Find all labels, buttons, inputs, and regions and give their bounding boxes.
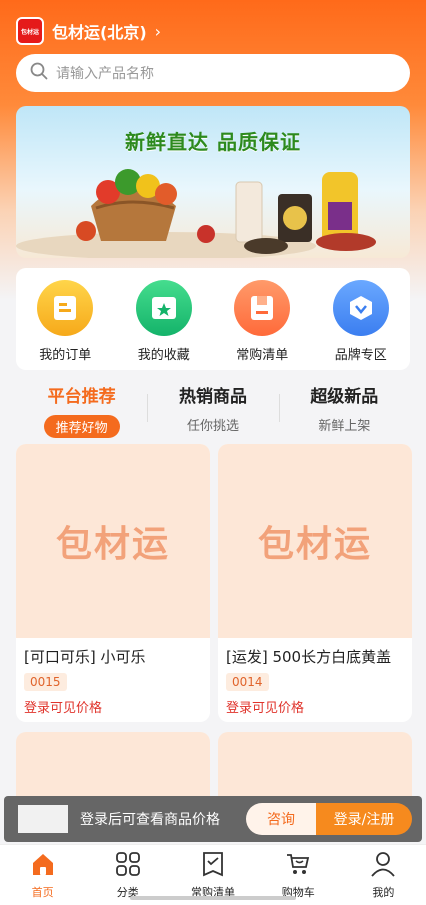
product-image-placeholder: 包材运 [55, 524, 170, 565]
search-placeholder: 请输入产品名称 [56, 66, 154, 82]
quick-link-label: 品牌专区 [334, 348, 387, 363]
product-image: 包材运 [218, 444, 412, 638]
product-code-badge: 0015 [24, 673, 67, 691]
quick-link-label: 我的订单 [39, 348, 92, 363]
tabbar-label: 我的 [372, 886, 395, 899]
login-prompt-bar: 登录后可查看商品价格 咨询 登录/注册 [4, 796, 422, 842]
quick-link-brands[interactable]: 品牌专区 [321, 280, 401, 370]
quick-link-label: 常购清单 [236, 348, 289, 363]
category-icon [115, 851, 141, 881]
tab-hot-products[interactable]: 热销商品 任你挑选 [147, 382, 278, 434]
profile-icon [370, 851, 396, 881]
product-price: 登录可见价格 [226, 701, 305, 716]
quick-link-favorites[interactable]: 我的收藏 [124, 280, 204, 370]
quick-link-orders[interactable]: 我的订单 [25, 280, 105, 370]
quick-link-frequent[interactable]: 常购清单 [222, 280, 302, 370]
tab-subtitle: 任你挑选 [186, 419, 239, 434]
chevron-right-icon[interactable]: › [155, 22, 161, 41]
home-indicator [130, 896, 296, 900]
promo-banner[interactable]: 新鲜直达 品质保证 [16, 106, 410, 258]
consult-button[interactable]: 咨询 [246, 803, 316, 835]
login-prompt-text: 登录后可查看商品价格 [80, 812, 220, 828]
product-name: [可口可乐] 小可乐 [24, 648, 146, 666]
product-tabs: 平台推荐 推荐好物 热销商品 任你挑选 超级新品 新鲜上架 [16, 382, 410, 438]
product-image: 包材运 [16, 444, 210, 638]
tab-title: 热销商品 [178, 387, 247, 407]
tabbar-label: 首页 [31, 886, 54, 899]
header: 包材运 包材运(北京) › [16, 16, 161, 46]
tab-subtitle: 新鲜上架 [318, 419, 371, 434]
frequent-list-icon [234, 280, 291, 336]
login-bar-image [18, 805, 68, 833]
quick-link-label: 我的收藏 [137, 348, 190, 363]
cart-icon [285, 851, 311, 881]
banner-illustration [16, 169, 376, 258]
favorites-icon [135, 280, 192, 336]
list-icon [200, 851, 226, 881]
product-image-placeholder: 包材运 [257, 524, 372, 565]
product-name: [运发] 500长方白底黄盖 [226, 648, 392, 666]
product-price: 登录可见价格 [24, 701, 103, 716]
brand-icon [332, 280, 389, 336]
tabbar-item-profile[interactable]: 我的 [341, 845, 426, 905]
tabbar-item-home[interactable]: 首页 [0, 845, 85, 905]
tab-subtitle: 推荐好物 [43, 415, 120, 438]
search-icon [30, 62, 48, 84]
order-icon [37, 280, 94, 336]
product-card[interactable]: 包材运 [可口可乐] 小可乐 0015 登录可见价格 [16, 444, 210, 722]
product-code-badge: 0014 [226, 673, 269, 691]
quick-links: 我的订单 我的收藏 常购清单 品牌专区 [16, 268, 410, 370]
home-icon [30, 851, 56, 881]
tab-title: 平台推荐 [47, 387, 116, 407]
tab-new-products[interactable]: 超级新品 新鲜上架 [278, 382, 410, 434]
product-card[interactable]: 包材运 [运发] 500长方白底黄盖 0014 登录可见价格 [218, 444, 412, 722]
app-logo: 包材运 [16, 17, 44, 45]
tab-title: 超级新品 [310, 387, 379, 407]
city-selector[interactable]: 包材运(北京) [52, 19, 147, 43]
login-register-button[interactable]: 登录/注册 [316, 803, 412, 835]
tab-platform-recommend[interactable]: 平台推荐 推荐好物 [16, 382, 147, 438]
search-input[interactable]: 请输入产品名称 [16, 54, 410, 92]
